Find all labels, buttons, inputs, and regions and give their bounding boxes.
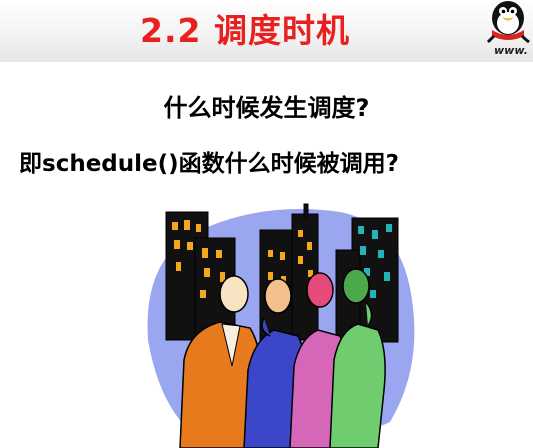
question-2: 即schedule()函数什么时候被调用? — [19, 151, 399, 177]
logo-text: www. — [494, 44, 528, 57]
slide-title: 2.2 调度时机 — [140, 11, 350, 50]
question-1: 什么时候发生调度? — [163, 94, 370, 122]
slide: 2.2 调度时机 www. 什么时候发生调度? 即schedule()函数什么时… — [0, 0, 533, 448]
business-people-city-clipart — [147, 203, 415, 448]
